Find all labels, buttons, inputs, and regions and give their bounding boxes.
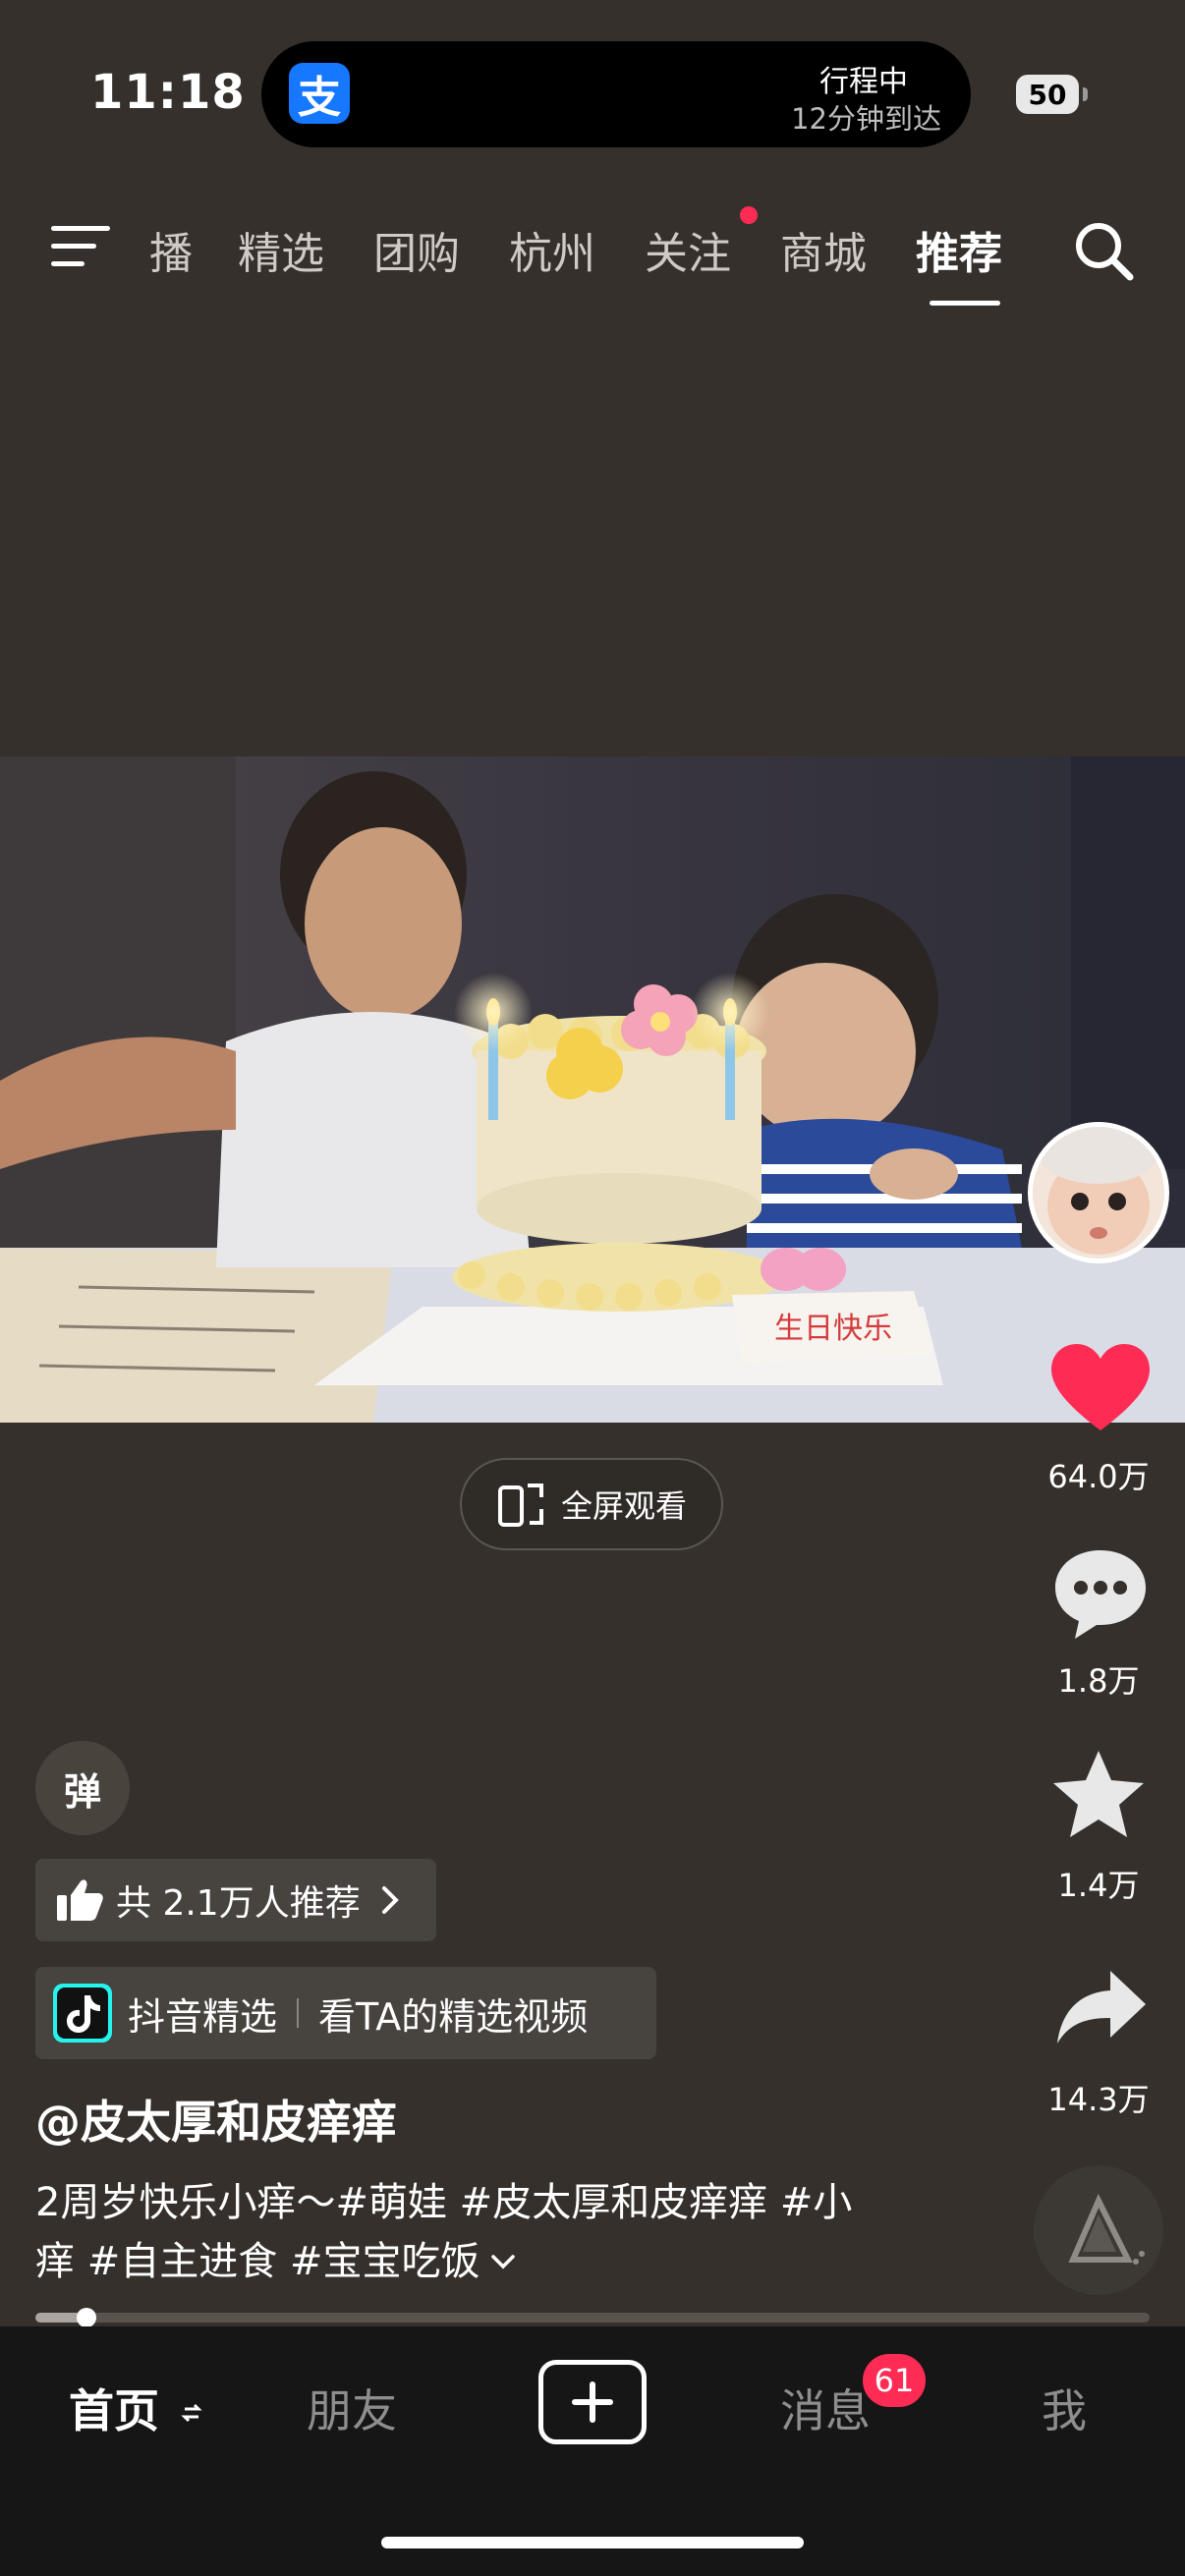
- fullscreen-button[interactable]: 全屏观看: [460, 1458, 723, 1550]
- video-progress-bar[interactable]: [35, 2308, 1150, 2327]
- tab-group-buy[interactable]: 团购: [373, 218, 460, 281]
- rotate-screen-icon: [497, 1484, 543, 1527]
- select-link: 看TA的精选视频: [318, 1994, 589, 2039]
- comment-count: 1.8万: [1057, 1662, 1140, 1700]
- recommend-pill[interactable]: 共 2.1万人推荐: [35, 1859, 436, 1941]
- status-time: 11:18: [90, 65, 246, 120]
- alipay-icon: 支: [289, 63, 350, 124]
- active-tab-indicator: [930, 301, 1000, 306]
- tab-following[interactable]: 关注: [645, 218, 731, 281]
- select-brand: 抖音精选: [128, 1994, 278, 2039]
- like-heart-icon[interactable]: [1049, 1342, 1152, 1434]
- create-button[interactable]: [538, 2360, 647, 2444]
- danmu-toggle[interactable]: 弹: [35, 1741, 130, 1835]
- tab-featured[interactable]: 精选: [238, 218, 324, 281]
- comment-icon[interactable]: [1051, 1546, 1150, 1641]
- video-player[interactable]: 生日快乐: [0, 756, 1185, 1423]
- tab-friends[interactable]: 朋友: [307, 2376, 397, 2440]
- following-notification-dot: [740, 206, 758, 224]
- trip-status: 行程中: [819, 65, 908, 99]
- douyin-select-pill[interactable]: 抖音精选 看TA的精选视频: [35, 1967, 656, 2059]
- messages-badge: 61: [863, 2354, 926, 2407]
- menu-icon[interactable]: [51, 224, 110, 269]
- video-frame-image: 生日快乐: [0, 756, 1185, 1423]
- description-line-1: 2周岁快乐小痒～#萌娃 #皮太厚和皮痒痒 #小: [35, 2180, 853, 2225]
- share-arrow-icon[interactable]: [1055, 1967, 1148, 2045]
- tab-home[interactable]: 首页: [69, 2376, 202, 2440]
- battery-tip: [1083, 87, 1088, 101]
- tab-mall[interactable]: 商城: [780, 218, 867, 281]
- divider: [297, 1998, 300, 2028]
- tab-home-label: 首页: [69, 2384, 159, 2437]
- author-name[interactable]: @皮太厚和皮痒痒: [35, 2087, 397, 2152]
- fullscreen-label: 全屏观看: [560, 1487, 687, 1525]
- description-line-2: 痒 #自主进食 #宝宝吃饭: [35, 2239, 480, 2284]
- share-count: 14.3万: [1047, 2081, 1150, 2118]
- music-disc-icon[interactable]: [1034, 2165, 1163, 2295]
- plus-icon: [572, 2381, 613, 2423]
- like-count: 64.0万: [1047, 1458, 1150, 1495]
- battery-icon: 50: [1016, 75, 1079, 114]
- favorite-star-icon[interactable]: [1051, 1749, 1146, 1839]
- favorite-count: 1.4万: [1057, 1867, 1140, 1904]
- tab-recommend[interactable]: 推荐: [916, 218, 1002, 281]
- tab-messages[interactable]: 消息: [780, 2376, 871, 2440]
- recommend-text: 共 2.1万人推荐: [116, 1883, 361, 1924]
- refresh-switch-icon: [181, 2403, 202, 2423]
- douyin-logo-icon: [53, 1984, 112, 2043]
- video-description[interactable]: 2周岁快乐小痒～#萌娃 #皮太厚和皮痒痒 #小 痒 #自主进食 #宝宝吃饭: [35, 2173, 939, 2291]
- tab-live[interactable]: 播: [149, 218, 193, 281]
- progress-knob[interactable]: [77, 2308, 96, 2327]
- expand-chevron-icon[interactable]: [489, 2252, 517, 2271]
- chevron-right-icon: [381, 1886, 399, 1914]
- trip-eta: 12分钟到达: [791, 102, 941, 136]
- tab-hangzhou[interactable]: 杭州: [509, 218, 595, 281]
- tab-me[interactable]: 我: [1042, 2376, 1087, 2440]
- thumbs-up-icon: [57, 1879, 103, 1921]
- creator-avatar[interactable]: [1028, 1122, 1169, 1263]
- home-indicator: [381, 2537, 804, 2548]
- cake-plaque-text: 生日快乐: [774, 1312, 892, 1346]
- dynamic-island[interactable]: 支 行程中 12分钟到达: [261, 41, 971, 147]
- search-icon[interactable]: [1071, 218, 1136, 283]
